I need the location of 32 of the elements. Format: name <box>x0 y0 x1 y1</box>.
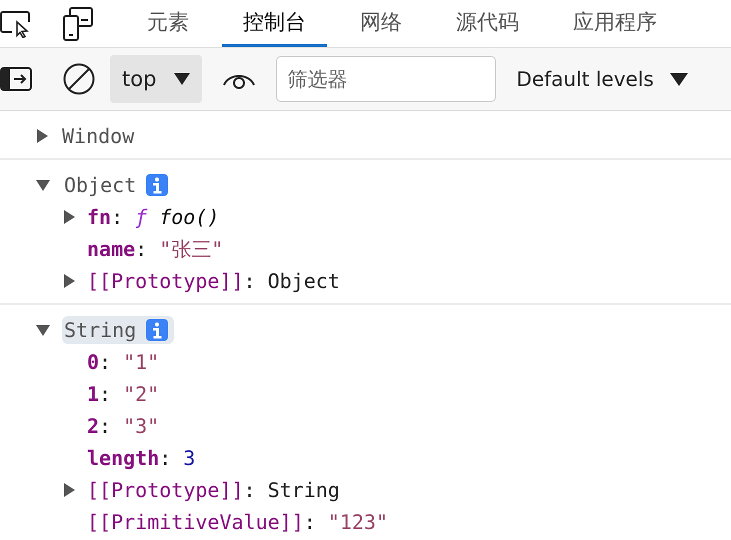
collapse-arrow-icon[interactable] <box>36 179 50 191</box>
panel-tab[interactable]: 元素 <box>126 0 210 47</box>
property-entry: 2: "3" <box>87 414 160 438</box>
property-entry: [[PrimitiveValue]]: "123" <box>87 510 388 534</box>
property-entry: [[Prototype]]: Object <box>87 269 340 293</box>
object-label-highlight[interactable]: String <box>62 316 174 344</box>
clear-icon[interactable] <box>62 62 96 96</box>
object-label[interactable]: Window <box>62 124 134 148</box>
filter-field[interactable]: 筛选器 <box>276 56 496 102</box>
inspect-icon[interactable] <box>0 10 32 38</box>
caret-icon <box>174 73 190 85</box>
caret-icon <box>670 72 688 86</box>
property-entry: [[Prototype]]: String <box>87 478 340 502</box>
expand-arrow-icon[interactable] <box>36 129 48 143</box>
levels-dropdown[interactable]: Default levels <box>508 67 696 91</box>
property-entry: length: 3 <box>87 446 196 470</box>
expand-arrow-icon[interactable] <box>63 210 75 224</box>
device-icon[interactable] <box>62 6 94 42</box>
panel-tab[interactable]: 源代码 <box>435 0 540 47</box>
property-entry: 0: "1" <box>87 350 160 374</box>
sidebar-toggle-icon[interactable] <box>0 66 32 92</box>
property-entry: fn: ƒ foo() <box>87 205 220 229</box>
collapse-arrow-icon[interactable] <box>36 324 50 336</box>
property-entry: 1: "2" <box>87 382 160 406</box>
context-dropdown[interactable]: top <box>110 55 202 103</box>
expand-arrow-icon[interactable] <box>63 483 75 497</box>
object-label[interactable]: String <box>64 318 136 342</box>
panel-tab[interactable]: 网络 <box>339 0 423 47</box>
object-label[interactable]: Object <box>64 173 136 197</box>
expand-arrow-icon[interactable] <box>63 274 75 288</box>
property-entry: name: "张三" <box>87 236 224 262</box>
panel-tab[interactable]: 应用程序 <box>552 0 678 47</box>
